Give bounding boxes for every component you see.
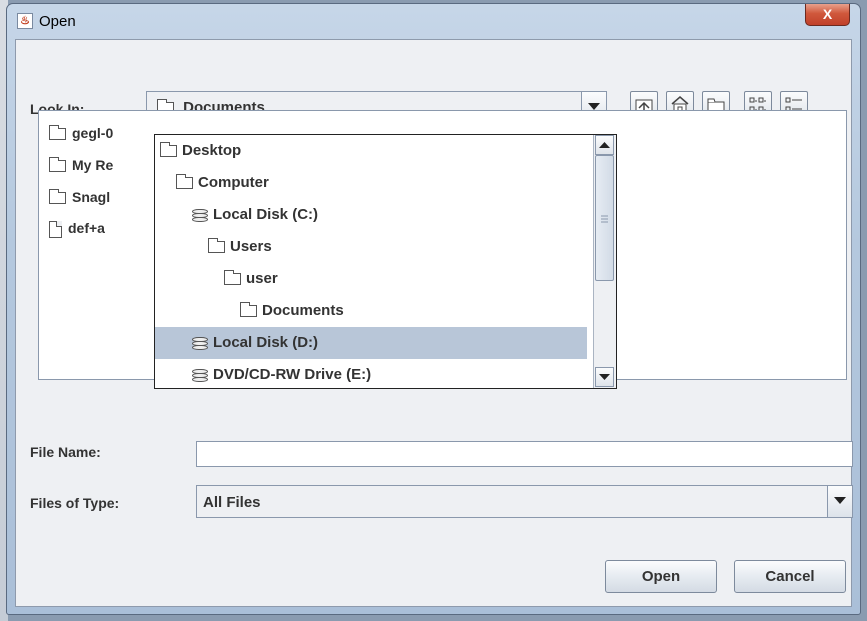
disk-icon	[192, 336, 208, 350]
dropdown-item-local-disk-d[interactable]: Local Disk (D:)	[155, 327, 587, 359]
scroll-thumb[interactable]	[595, 155, 614, 281]
folder-icon	[49, 189, 66, 205]
file-row[interactable]: My Re	[49, 157, 139, 173]
dropdown-item-label: Users	[230, 238, 272, 255]
dropdown-item-label: Local Disk (C:)	[213, 206, 319, 223]
dropdown-item-dvd-drive[interactable]: DVD/CD-RW Drive (E:)	[155, 359, 587, 388]
dropdown-item-label: DVD/CD-RW Drive (E:)	[213, 366, 372, 383]
files-of-type-combo[interactable]: All Files	[196, 485, 853, 518]
dropdown-item-user[interactable]: user	[155, 263, 587, 295]
dropdown-item-label: Documents	[262, 302, 344, 319]
dropdown-item-local-disk-c[interactable]: Local Disk (C:)	[155, 199, 587, 231]
grip-icon	[601, 215, 608, 223]
file-name-input[interactable]	[196, 441, 853, 467]
title-bar[interactable]: ♨ Open X	[7, 4, 860, 38]
dropdown-item-label: user	[246, 270, 278, 287]
file-icon	[49, 220, 62, 238]
dropdown-item-label: Computer	[198, 174, 269, 191]
look-in-dropdown-list[interactable]: Desktop Computer Local Disk (C:) Users u…	[154, 134, 617, 389]
folder-icon	[240, 302, 257, 318]
files-of-type-value: All Files	[203, 494, 261, 511]
file-name-text: gegl-0	[72, 125, 114, 141]
file-name-text: My Re	[72, 157, 114, 173]
scroll-down-button[interactable]	[595, 367, 614, 387]
dropdown-item-users[interactable]: Users	[155, 231, 587, 263]
scroll-up-button[interactable]	[595, 135, 614, 155]
dropdown-item-computer[interactable]: Computer	[155, 167, 587, 199]
disk-icon	[192, 368, 208, 382]
files-of-type-label: Files of Type:	[30, 495, 120, 511]
folder-icon	[160, 142, 177, 158]
file-name-label: File Name:	[30, 444, 101, 460]
disk-icon	[192, 208, 208, 222]
dropdown-item-desktop[interactable]: Desktop	[155, 135, 587, 167]
file-name-text: def+a	[68, 220, 105, 236]
dropdown-item-label: Desktop	[182, 142, 242, 159]
chevron-down-icon[interactable]	[827, 486, 852, 517]
folder-icon	[49, 157, 66, 173]
file-name-text: Snagl	[72, 189, 111, 205]
folder-icon	[224, 270, 241, 286]
dialog-title: Open	[39, 13, 76, 30]
dropdown-item-documents[interactable]: Documents	[155, 295, 587, 327]
file-row[interactable]: def+a	[49, 220, 139, 238]
open-dialog: ♨ Open X Look In: Documents gegl-0 My Re…	[6, 3, 861, 615]
scroll-up-icon	[599, 142, 610, 148]
folder-icon	[176, 174, 193, 190]
file-row[interactable]: gegl-0	[49, 125, 139, 141]
java-app-icon: ♨	[17, 13, 33, 29]
dropdown-item-label: Local Disk (D:)	[213, 334, 319, 351]
scroll-down-icon	[599, 374, 610, 380]
folder-icon	[208, 238, 225, 254]
dropdown-scrollbar[interactable]	[593, 135, 616, 388]
dialog-content: Look In: Documents gegl-0 My Re Snagl de…	[15, 39, 853, 607]
cancel-button[interactable]: Cancel	[734, 560, 846, 593]
open-button[interactable]: Open	[605, 560, 717, 593]
folder-icon	[49, 125, 66, 141]
file-row[interactable]: Snagl	[49, 189, 139, 205]
close-button[interactable]: X	[805, 4, 850, 26]
